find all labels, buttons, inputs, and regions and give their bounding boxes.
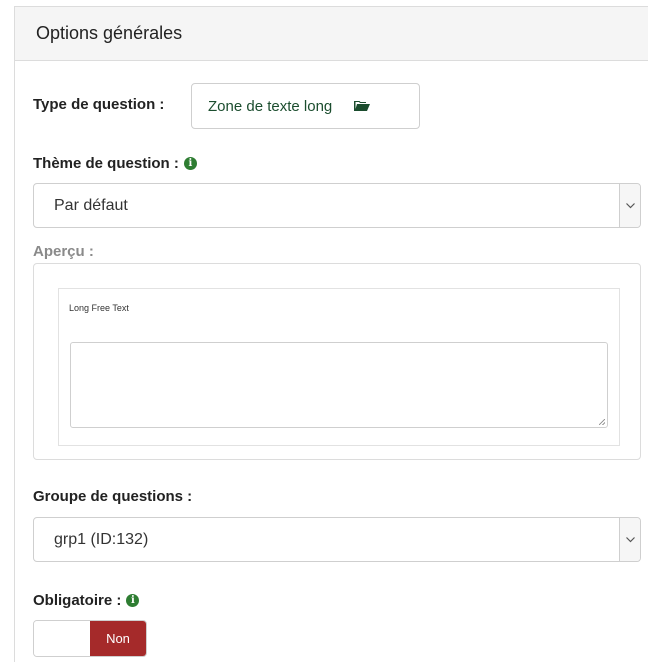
question-theme-selected: Par défaut <box>54 196 128 214</box>
preview-question-box: Long Free Text <box>58 288 620 446</box>
question-type-value: Zone de texte long <box>208 97 333 115</box>
question-group-selected: grp1 (ID:132) <box>54 530 149 548</box>
preview-label: Aperçu : <box>33 243 94 260</box>
question-theme-select[interactable]: Par défaut <box>33 183 641 228</box>
question-type-label: Type de question : <box>33 96 165 113</box>
toggle-state-label[interactable]: Non <box>90 621 146 656</box>
toggle-handle[interactable] <box>34 621 90 656</box>
panel-title: Options générales <box>36 23 183 43</box>
mandatory-label: Obligatoire : i <box>33 592 140 609</box>
chevron-down-icon[interactable] <box>619 518 640 561</box>
preview-question-text: Long Free Text <box>69 303 129 313</box>
info-icon[interactable]: i <box>126 594 140 607</box>
question-theme-label: Thème de question : i <box>33 155 197 172</box>
mandatory-toggle[interactable]: Non <box>33 620 147 657</box>
question-group-select[interactable]: grp1 (ID:132) <box>33 517 641 562</box>
question-group-label: Groupe de questions : <box>33 488 193 505</box>
panel-header: Options générales <box>15 7 648 61</box>
resize-grip-icon[interactable] <box>599 419 605 425</box>
question-type-button[interactable]: Zone de texte long <box>191 83 420 129</box>
preview-frame: Long Free Text <box>33 263 641 460</box>
chevron-down-icon[interactable] <box>619 184 640 227</box>
folder-open-icon <box>354 100 371 112</box>
preview-textarea[interactable] <box>70 342 608 428</box>
info-icon[interactable]: i <box>183 157 197 170</box>
